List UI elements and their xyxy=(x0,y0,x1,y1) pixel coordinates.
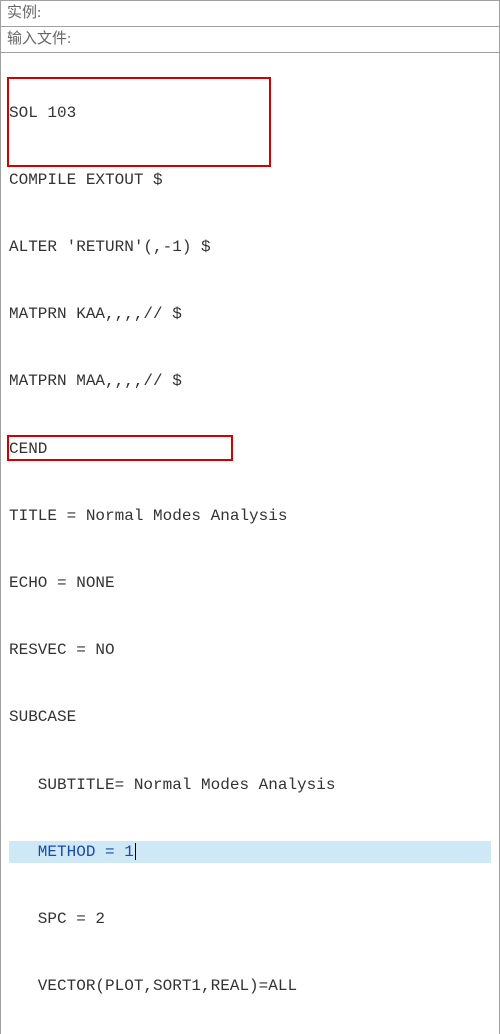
code-listing: SOL 103 COMPILE EXTOUT $ ALTER 'RETURN'(… xyxy=(0,53,500,1034)
code-line: SUBTITLE= Normal Modes Analysis xyxy=(9,774,491,796)
code-line: MATPRN KAA,,,,// $ xyxy=(9,303,491,325)
code-line: ECHO = NONE xyxy=(9,572,491,594)
example-label: 实例: xyxy=(7,5,41,21)
code-line: MATPRN MAA,,,,// $ xyxy=(9,370,491,392)
code-line: CEND xyxy=(9,438,491,460)
input-file-header: 输入文件: xyxy=(0,27,500,53)
code-line: RESVEC = NO xyxy=(9,639,491,661)
code-line: SUBCASE xyxy=(9,706,491,728)
code-line: COMPILE EXTOUT $ xyxy=(9,169,491,191)
text-cursor xyxy=(135,843,136,860)
method-text: METHOD = 1 xyxy=(9,843,134,861)
code-line: ALTER 'RETURN'(,-1) $ xyxy=(9,236,491,258)
code-line: VECTOR(PLOT,SORT1,REAL)=ALL xyxy=(9,975,491,997)
code-line: TITLE = Normal Modes Analysis xyxy=(9,505,491,527)
input-file-label: 输入文件: xyxy=(7,31,71,47)
example-header: 实例: xyxy=(0,0,500,27)
code-line: SPC = 2 xyxy=(9,908,491,930)
code-line-selected: METHOD = 1 xyxy=(9,841,491,863)
code-line: SOL 103 xyxy=(9,102,491,124)
